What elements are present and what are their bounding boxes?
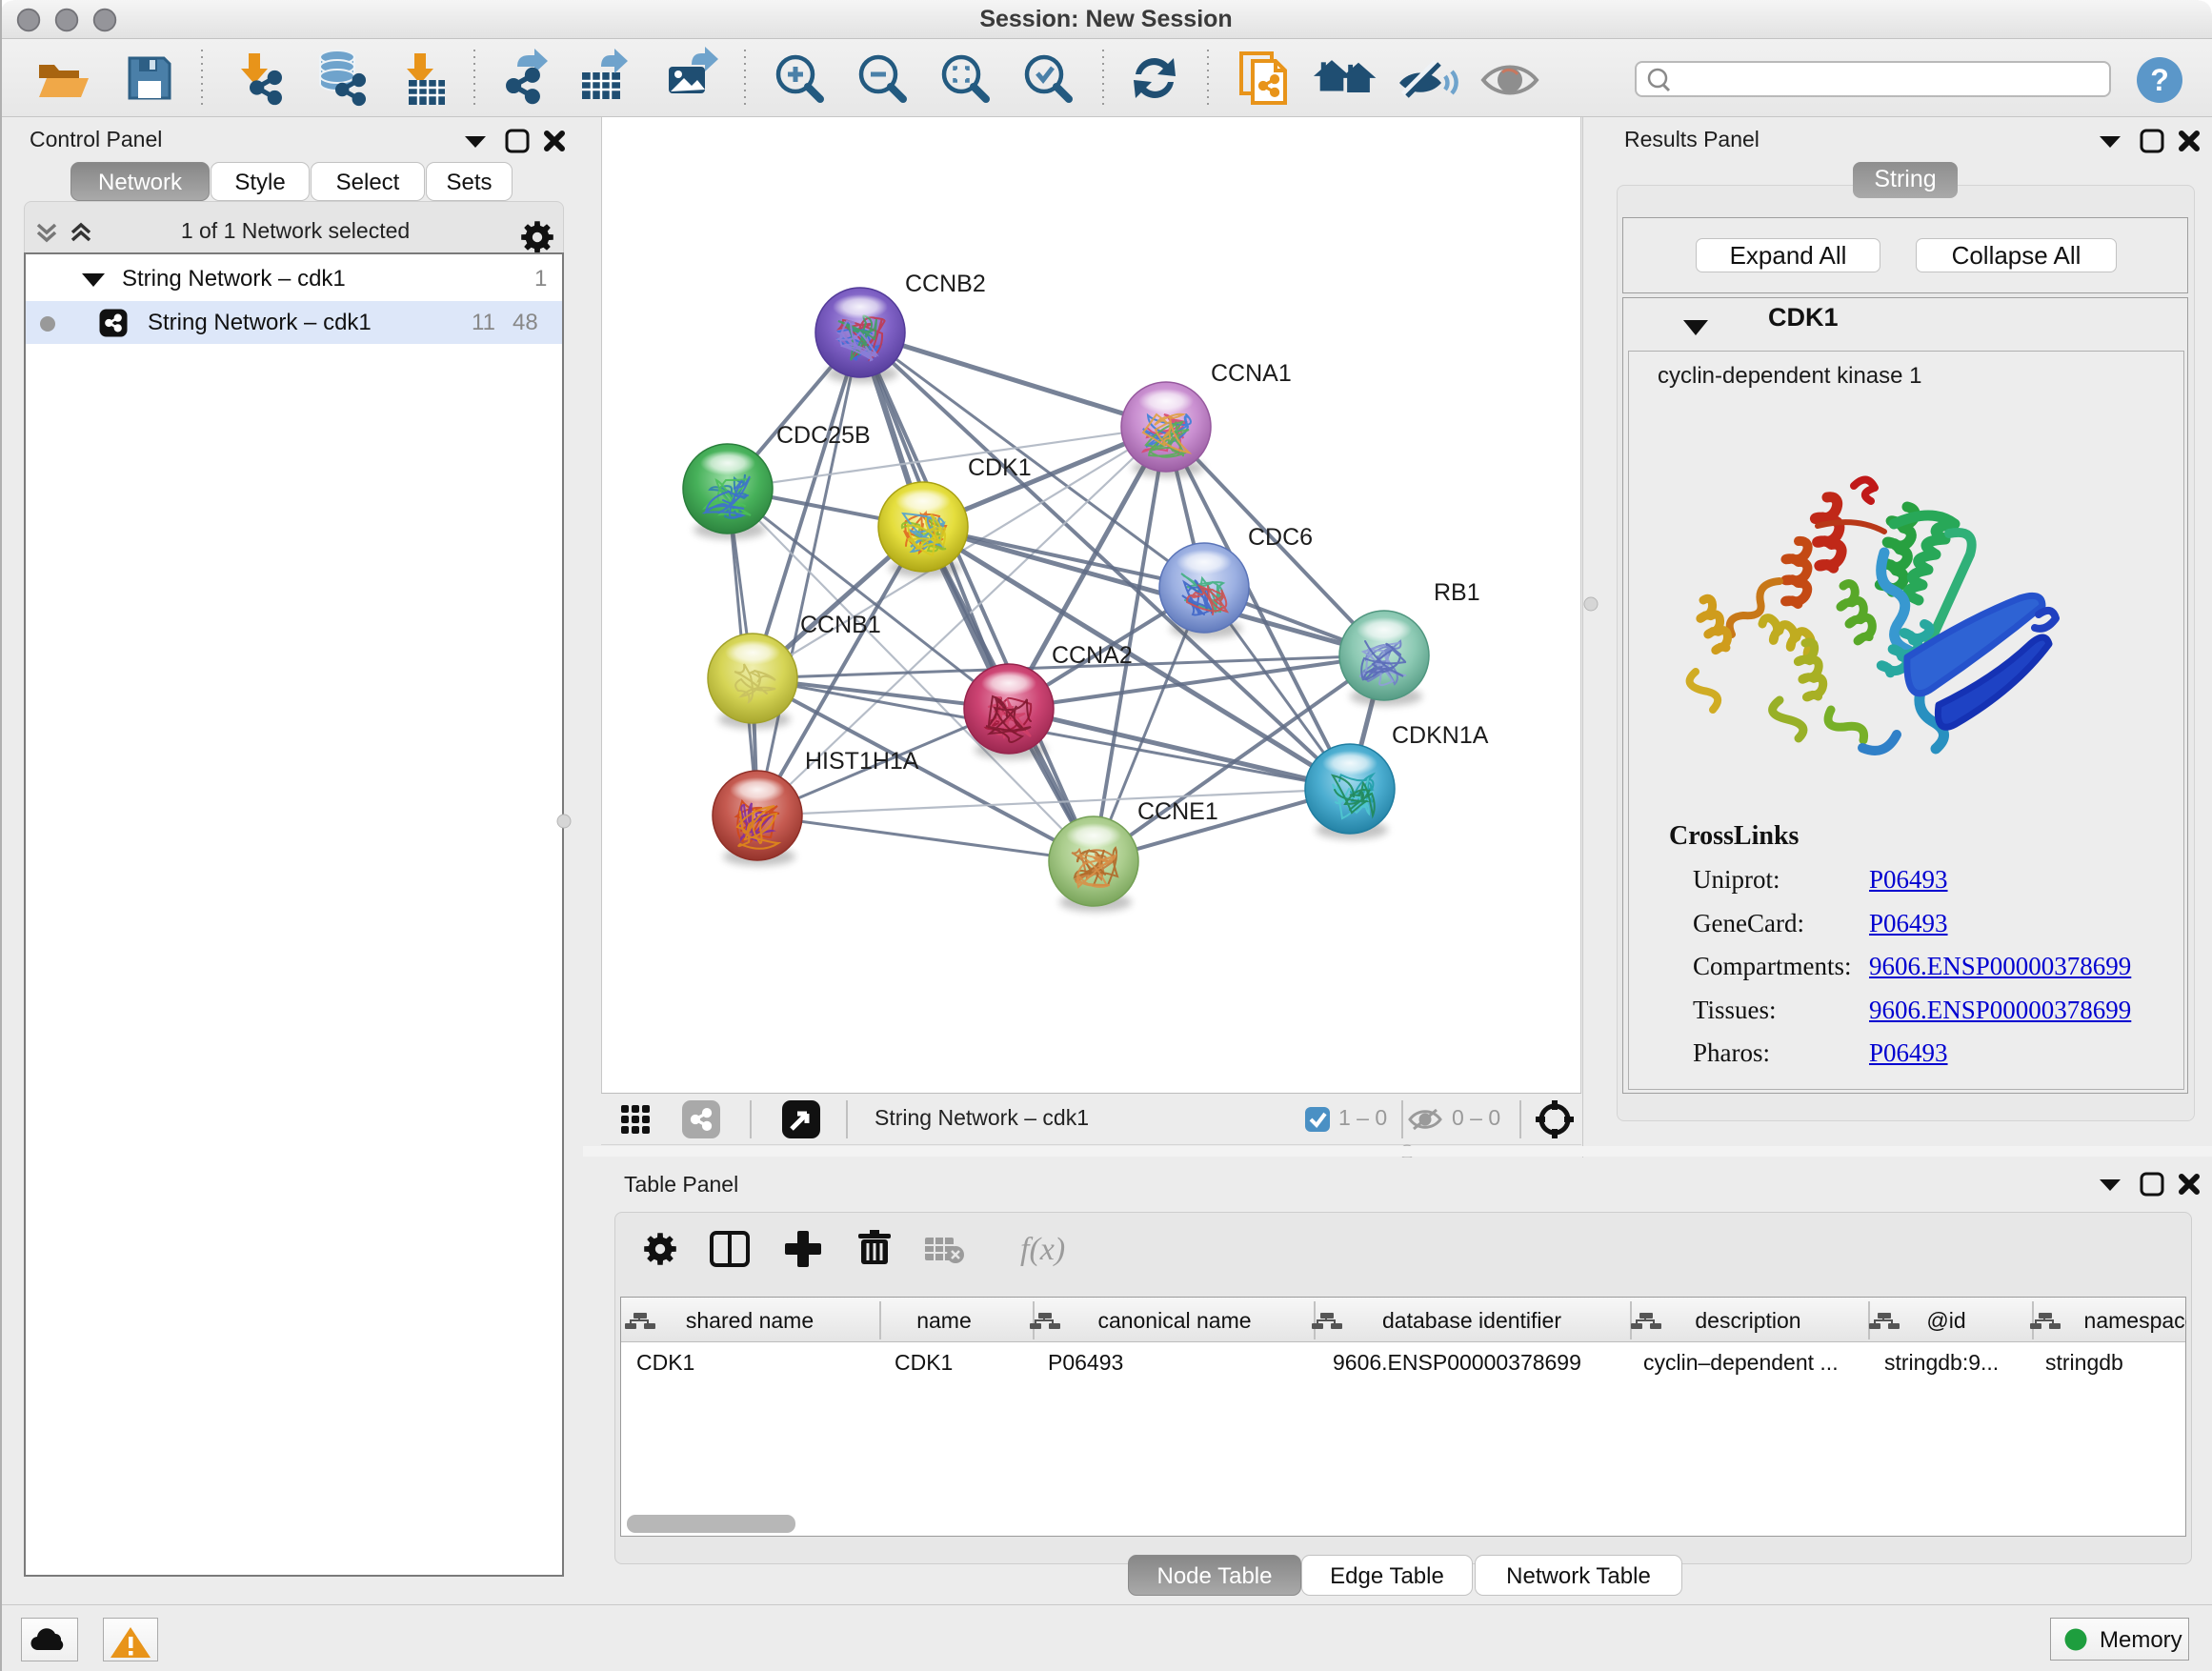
svg-text:database identifier: database identifier — [1382, 1308, 1561, 1333]
svg-text:CDKN1A: CDKN1A — [1392, 722, 1489, 749]
svg-text:CCNA2: CCNA2 — [1052, 642, 1133, 669]
svg-text:name: name — [916, 1308, 972, 1333]
svg-text:CCNB1: CCNB1 — [800, 612, 881, 638]
svg-text:@id: @id — [1926, 1308, 1965, 1333]
svg-text:canonical name: canonical name — [1097, 1308, 1251, 1333]
svg-text:CDC25B: CDC25B — [776, 422, 871, 449]
svg-text:CCNA1: CCNA1 — [1211, 360, 1292, 387]
svg-text:description: description — [1695, 1308, 1800, 1333]
svg-text:f(x): f(x) — [1020, 1232, 1065, 1267]
svg-text:RB1: RB1 — [1434, 579, 1480, 606]
svg-text:CDK1: CDK1 — [968, 454, 1032, 481]
svg-text:HIST1H1A: HIST1H1A — [805, 748, 919, 775]
svg-text:CCNE1: CCNE1 — [1137, 798, 1218, 825]
svg-text:CCNB2: CCNB2 — [905, 271, 986, 297]
svg-text:?: ? — [2150, 63, 2169, 97]
svg-text:shared name: shared name — [686, 1308, 814, 1333]
svg-text:namespace: namespace — [2084, 1308, 2186, 1333]
svg-text:CDC6: CDC6 — [1248, 524, 1313, 551]
